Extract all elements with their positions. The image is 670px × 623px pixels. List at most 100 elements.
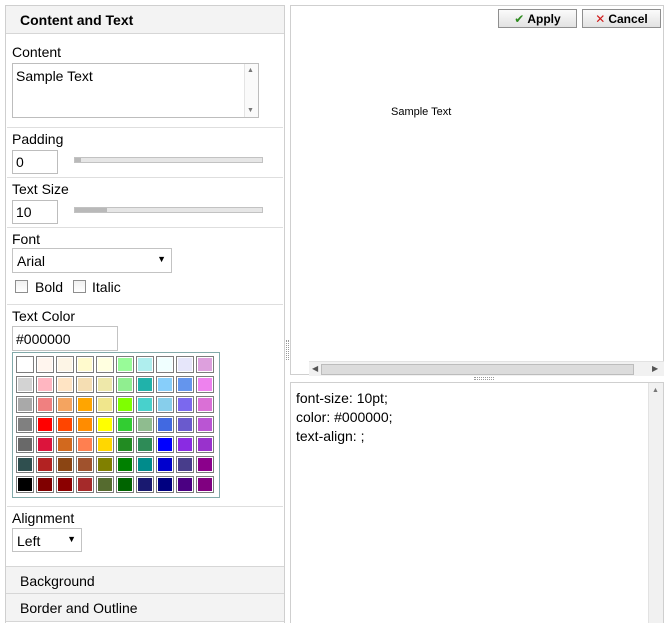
color-swatch[interactable]: [156, 436, 174, 453]
color-swatch[interactable]: [116, 436, 134, 453]
color-swatch[interactable]: [36, 436, 54, 453]
color-swatch[interactable]: [76, 416, 94, 433]
italic-label[interactable]: Italic: [92, 279, 121, 295]
scroll-up-icon[interactable]: ▲: [652, 387, 659, 394]
color-swatch[interactable]: [156, 456, 174, 473]
content-textarea[interactable]: Sample Text ▲ ▼: [12, 63, 259, 118]
horizontal-splitter-handle[interactable]: [474, 377, 494, 380]
section-header-background[interactable]: Background: [6, 566, 284, 594]
css-output-pane[interactable]: font-size: 10pt; color: #000000; text-alig…: [290, 382, 664, 623]
color-swatch[interactable]: [96, 436, 114, 453]
content-scrollbar[interactable]: ▲ ▼: [244, 64, 258, 117]
color-swatch[interactable]: [176, 416, 194, 433]
color-swatch[interactable]: [56, 476, 74, 493]
color-swatch[interactable]: [16, 436, 34, 453]
horizontal-scrollbar[interactable]: ◀ ▶: [309, 361, 664, 376]
x-icon: ✕: [595, 12, 606, 26]
color-swatch[interactable]: [156, 416, 174, 433]
color-swatch[interactable]: [96, 356, 114, 373]
color-swatch[interactable]: [176, 356, 194, 373]
color-swatch[interactable]: [116, 476, 134, 493]
color-swatch[interactable]: [156, 376, 174, 393]
alignment-select[interactable]: Left ▼: [12, 528, 82, 552]
scrollbar-thumb[interactable]: [321, 364, 634, 375]
scroll-up-icon[interactable]: ▲: [247, 67, 254, 74]
scroll-right-icon[interactable]: ▶: [652, 364, 658, 373]
color-swatch[interactable]: [156, 356, 174, 373]
color-swatch[interactable]: [56, 416, 74, 433]
vertical-splitter-handle[interactable]: [286, 340, 289, 360]
color-swatch[interactable]: [16, 396, 34, 413]
color-swatch[interactable]: [16, 356, 34, 373]
color-swatch[interactable]: [136, 416, 154, 433]
color-swatch[interactable]: [136, 456, 154, 473]
color-swatch[interactable]: [76, 436, 94, 453]
section-header-content-and-text[interactable]: Content and Text: [6, 6, 284, 34]
color-swatch[interactable]: [56, 436, 74, 453]
color-swatch[interactable]: [16, 456, 34, 473]
color-swatch[interactable]: [196, 456, 214, 473]
color-swatch[interactable]: [96, 396, 114, 413]
text-size-slider[interactable]: [74, 207, 263, 213]
color-swatch[interactable]: [36, 396, 54, 413]
color-swatch[interactable]: [196, 376, 214, 393]
color-swatch[interactable]: [36, 416, 54, 433]
color-swatch[interactable]: [156, 396, 174, 413]
color-swatch[interactable]: [16, 376, 34, 393]
color-swatch[interactable]: [196, 416, 214, 433]
color-swatch[interactable]: [56, 356, 74, 373]
scroll-down-icon[interactable]: ▼: [247, 107, 254, 114]
color-swatch[interactable]: [36, 376, 54, 393]
color-swatch[interactable]: [196, 476, 214, 493]
color-swatch[interactable]: [76, 376, 94, 393]
color-swatch[interactable]: [196, 356, 214, 373]
color-swatch[interactable]: [36, 356, 54, 373]
cancel-button[interactable]: ✕ Cancel: [582, 9, 661, 28]
color-swatch[interactable]: [116, 356, 134, 373]
color-swatch[interactable]: [116, 376, 134, 393]
scroll-left-icon[interactable]: ◀: [312, 364, 318, 373]
color-swatch[interactable]: [56, 456, 74, 473]
color-swatch[interactable]: [196, 436, 214, 453]
color-swatch[interactable]: [96, 376, 114, 393]
section-header-border-and-outline[interactable]: Border and Outline: [6, 594, 284, 622]
padding-input[interactable]: 0: [12, 150, 58, 174]
color-swatch[interactable]: [16, 416, 34, 433]
color-swatch[interactable]: [176, 476, 194, 493]
color-swatch[interactable]: [176, 376, 194, 393]
color-swatch[interactable]: [36, 476, 54, 493]
apply-button[interactable]: ✔ Apply: [498, 9, 577, 28]
color-swatch[interactable]: [176, 436, 194, 453]
text-size-input[interactable]: 10: [12, 200, 58, 224]
color-swatch[interactable]: [76, 356, 94, 373]
color-swatch[interactable]: [136, 476, 154, 493]
bold-label[interactable]: Bold: [35, 279, 63, 295]
color-swatch[interactable]: [116, 456, 134, 473]
color-swatch[interactable]: [116, 396, 134, 413]
color-swatch[interactable]: [176, 396, 194, 413]
color-swatch[interactable]: [176, 456, 194, 473]
color-swatch[interactable]: [76, 456, 94, 473]
color-swatch[interactable]: [96, 416, 114, 433]
font-select[interactable]: Arial ▼: [12, 248, 172, 273]
color-swatch[interactable]: [16, 476, 34, 493]
color-swatch[interactable]: [56, 396, 74, 413]
color-swatch[interactable]: [116, 416, 134, 433]
color-swatch[interactable]: [56, 376, 74, 393]
color-swatch[interactable]: [96, 456, 114, 473]
color-swatch[interactable]: [136, 356, 154, 373]
color-swatch[interactable]: [36, 456, 54, 473]
vertical-scrollbar[interactable]: ▲: [648, 383, 663, 623]
color-swatch[interactable]: [96, 476, 114, 493]
color-swatch[interactable]: [136, 396, 154, 413]
text-color-input[interactable]: #000000: [12, 326, 118, 351]
padding-slider[interactable]: [74, 157, 263, 163]
italic-checkbox[interactable]: [73, 280, 86, 293]
color-swatch[interactable]: [196, 396, 214, 413]
bold-checkbox[interactable]: [15, 280, 28, 293]
color-swatch[interactable]: [136, 436, 154, 453]
color-swatch[interactable]: [156, 476, 174, 493]
color-swatch[interactable]: [76, 476, 94, 493]
color-swatch[interactable]: [76, 396, 94, 413]
color-swatch[interactable]: [136, 376, 154, 393]
